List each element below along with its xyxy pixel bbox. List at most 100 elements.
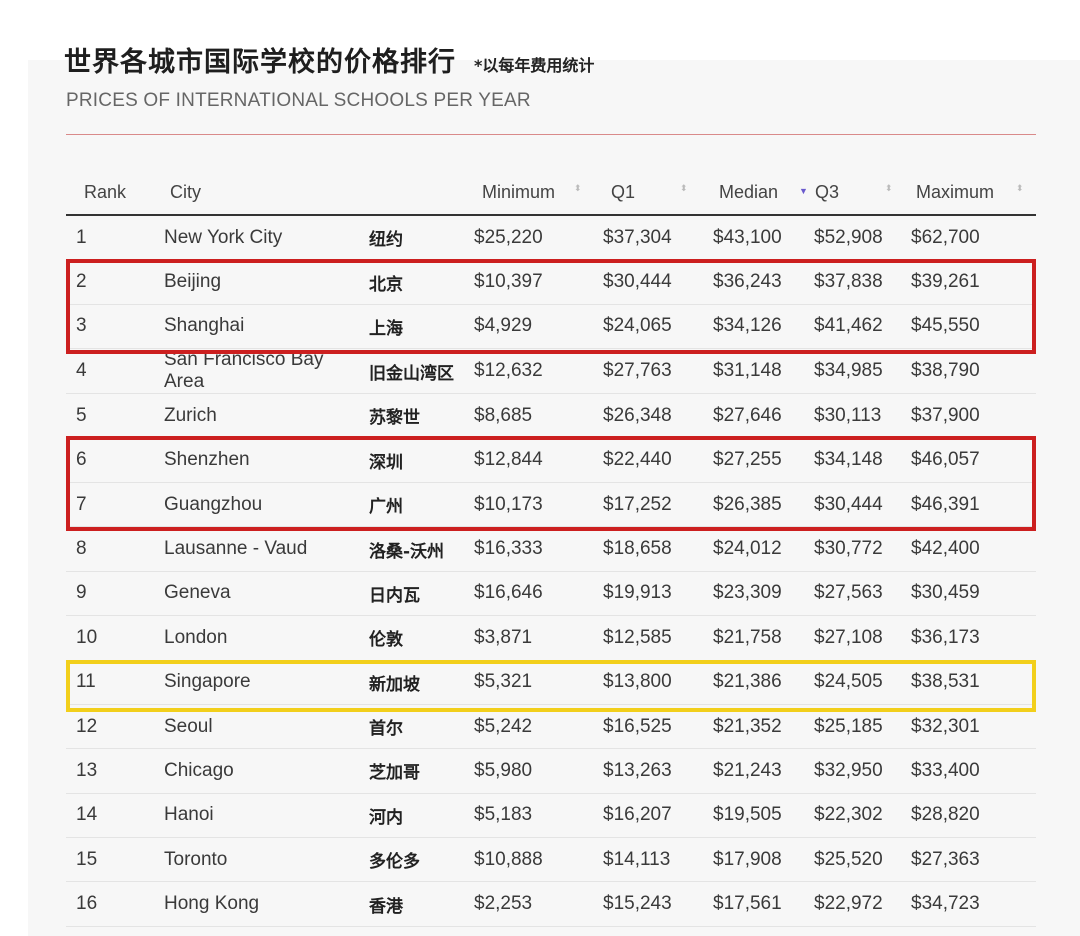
minimum-cell: $25,220 bbox=[470, 215, 598, 261]
q1-cell: $15,243 bbox=[598, 881, 708, 927]
q3-cell: $24,505 bbox=[810, 660, 911, 705]
sort-icon[interactable]: ⬍ bbox=[885, 184, 893, 193]
city-zh-cell: 香港 bbox=[367, 881, 470, 927]
median-cell: $31,148 bbox=[708, 348, 810, 395]
column-header-q3[interactable]: Q3 ⬍ bbox=[810, 170, 911, 216]
city-cell: London bbox=[164, 615, 367, 661]
column-header-city: City bbox=[164, 170, 367, 216]
q1-cell: $13,263 bbox=[598, 748, 708, 794]
city-zh-cell: 北京 bbox=[367, 259, 470, 305]
city-cell: Hanoi bbox=[164, 793, 367, 839]
q1-header-label: Q1 bbox=[611, 181, 636, 202]
q3-cell: $30,113 bbox=[810, 393, 911, 439]
rank-cell: 14 bbox=[66, 793, 164, 839]
city-zh-cell: 旧金山湾区 bbox=[367, 348, 470, 395]
median-cell: $17,908 bbox=[708, 837, 810, 883]
page-subtitle: PRICES OF INTERNATIONAL SCHOOLS PER YEAR bbox=[66, 90, 531, 111]
maximum-cell: $30,459 bbox=[911, 571, 1036, 617]
q1-cell: $27,763 bbox=[598, 348, 708, 395]
column-header-minimum[interactable]: Minimum ⬍ bbox=[470, 170, 598, 216]
q1-cell: $13,800 bbox=[598, 660, 708, 705]
q1-cell: $14,113 bbox=[598, 837, 708, 883]
q1-cell: $37,304 bbox=[598, 215, 708, 261]
minimum-cell: $5,242 bbox=[470, 704, 598, 750]
q3-cell: $32,950 bbox=[810, 748, 911, 794]
median-cell: $21,243 bbox=[708, 748, 810, 794]
table-row: 14 Hanoi 河内 $5,183 $16,207 $19,505 $22,302 $28,… bbox=[66, 793, 1036, 839]
city-header-label: City bbox=[170, 181, 201, 202]
maximum-cell: $46,057 bbox=[911, 438, 1036, 483]
sort-icon[interactable]: ⬍ bbox=[574, 184, 582, 193]
page-title: 世界各城市国际学校的价格排行 bbox=[64, 47, 456, 78]
sort-icon[interactable]: ⬍ bbox=[680, 184, 688, 193]
q3-cell: $27,563 bbox=[810, 571, 911, 617]
sort-desc-icon[interactable]: ▼ bbox=[799, 187, 808, 196]
table-row: 13 Chicago 芝加哥 $5,980 $13,263 $21,243 $32,950 $… bbox=[66, 748, 1036, 794]
city-cell: Seoul bbox=[164, 704, 367, 750]
minimum-cell: $2,253 bbox=[470, 881, 598, 927]
q3-cell: $27,108 bbox=[810, 615, 911, 661]
maximum-cell: $45,550 bbox=[911, 304, 1036, 350]
maximum-cell: $27,363 bbox=[911, 837, 1036, 883]
maximum-cell: $38,790 bbox=[911, 348, 1036, 395]
rank-cell: 2 bbox=[66, 259, 164, 305]
city-cell: Beijing bbox=[164, 259, 367, 305]
q1-cell: $26,348 bbox=[598, 393, 708, 439]
minimum-cell: $12,632 bbox=[470, 348, 598, 395]
rank-cell: 5 bbox=[66, 393, 164, 439]
city-zh-cell: 多伦多 bbox=[367, 837, 470, 883]
table-row: 16 Hong Kong 香港 $2,253 $15,243 $17,561 $22,972… bbox=[66, 881, 1036, 927]
q3-cell: $22,302 bbox=[810, 793, 911, 839]
city-zh-cell: 日内瓦 bbox=[367, 571, 470, 617]
table-header-row: Rank City Minimum ⬍ Q1 ⬍ Median ▼ Q3 ⬍ Maxim… bbox=[66, 170, 1036, 216]
q3-cell: $30,772 bbox=[810, 526, 911, 572]
column-header-median[interactable]: Median ▼ bbox=[708, 170, 810, 216]
rank-cell: 3 bbox=[66, 304, 164, 350]
maximum-header-label: Maximum bbox=[916, 181, 995, 202]
rank-cell: 1 bbox=[66, 215, 164, 261]
sort-icon[interactable]: ⬍ bbox=[1016, 184, 1024, 193]
city-cell: Singapore bbox=[164, 660, 367, 705]
city-zh-cell: 苏黎世 bbox=[367, 393, 470, 439]
table-row: 5 Zurich 苏黎世 $8,685 $26,348 $27,646 $30,113 $37… bbox=[66, 393, 1036, 439]
minimum-cell: $16,646 bbox=[470, 571, 598, 617]
rank-cell: 7 bbox=[66, 482, 164, 528]
table-row: 9 Geneva 日内瓦 $16,646 $19,913 $23,309 $27,563 $3… bbox=[66, 571, 1036, 617]
q3-header-label: Q3 bbox=[815, 181, 840, 202]
q3-cell: $25,520 bbox=[810, 837, 911, 883]
city-zh-cell: 新加坡 bbox=[367, 660, 470, 705]
city-zh-cell: 纽约 bbox=[367, 215, 470, 261]
minimum-cell: $10,397 bbox=[470, 259, 598, 305]
maximum-cell: $28,820 bbox=[911, 793, 1036, 839]
minimum-cell: $12,844 bbox=[470, 438, 598, 483]
median-cell: $43,100 bbox=[708, 215, 810, 261]
table-row: 2 Beijing 北京 $10,397 $30,444 $36,243 $37,838 $3… bbox=[66, 259, 1036, 305]
city-cell: Toronto bbox=[164, 837, 367, 883]
median-cell: $21,758 bbox=[708, 615, 810, 661]
prices-table: Rank City Minimum ⬍ Q1 ⬍ Median ▼ Q3 ⬍ Maxim… bbox=[66, 170, 1036, 927]
city-cell: New York City bbox=[164, 215, 367, 261]
minimum-cell: $8,685 bbox=[470, 393, 598, 439]
maximum-cell: $32,301 bbox=[911, 704, 1036, 750]
city-zh-cell: 广州 bbox=[367, 482, 470, 528]
column-header-maximum[interactable]: Maximum ⬍ bbox=[911, 170, 1036, 216]
maximum-cell: $42,400 bbox=[911, 526, 1036, 572]
q3-cell: $34,148 bbox=[810, 438, 911, 483]
city-zh-cell: 河内 bbox=[367, 793, 470, 839]
q1-cell: $16,207 bbox=[598, 793, 708, 839]
city-cell: Shanghai bbox=[164, 304, 367, 350]
rank-cell: 12 bbox=[66, 704, 164, 750]
minimum-cell: $3,871 bbox=[470, 615, 598, 661]
maximum-cell: $33,400 bbox=[911, 748, 1036, 794]
column-header-q1[interactable]: Q1 ⬍ bbox=[598, 170, 708, 216]
city-zh-cell: 伦敦 bbox=[367, 615, 470, 661]
q3-cell: $41,462 bbox=[810, 304, 911, 350]
table-row: 8 Lausanne - Vaud 洛桑-沃州 $16,333 $18,658 $24,0… bbox=[66, 526, 1036, 572]
table-row: 7 Guangzhou 广州 $10,173 $17,252 $26,385 $30,444… bbox=[66, 482, 1036, 528]
q3-cell: $30,444 bbox=[810, 482, 911, 528]
median-cell: $27,255 bbox=[708, 438, 810, 483]
maximum-cell: $34,723 bbox=[911, 881, 1036, 927]
table-row: 12 Seoul 首尔 $5,242 $16,525 $21,352 $25,185 $32,… bbox=[66, 704, 1036, 750]
median-cell: $19,505 bbox=[708, 793, 810, 839]
table-row: 11 Singapore 新加坡 $5,321 $13,800 $21,386 $24,50… bbox=[66, 660, 1036, 705]
